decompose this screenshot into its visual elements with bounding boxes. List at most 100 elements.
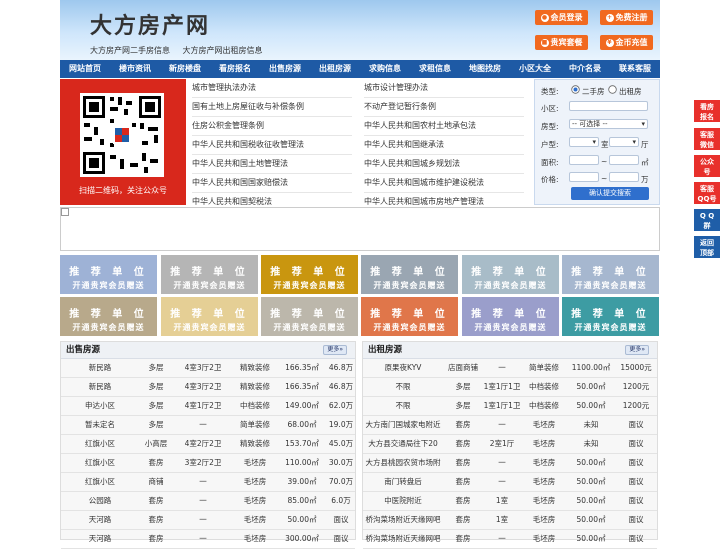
nav-home[interactable]: 网站首页 [60, 60, 110, 78]
table-row[interactable]: 申达小区 多层 4室1厅2卫 中档装修 149.00㎡ 62.0万 [61, 397, 355, 416]
table-cell: 50.00㎡ [287, 515, 317, 524]
vip-package-button[interactable]: ■ 贵宾套餐 [535, 35, 588, 50]
recommend-slot[interactable]: 推 荐 单 位开通贵宾会员赠送 [161, 297, 258, 336]
table-row[interactable]: 暂未定名 多层 一 简单装修 68.00㎡ 19.0万 [61, 416, 355, 435]
recommend-slot-title: 推 荐 单 位 [571, 309, 650, 320]
table-row[interactable]: 红旗小区 小高层 4室2厅2卫 精致装修 153.70㎡ 45.0万 [61, 435, 355, 454]
float-qq-group[interactable]: Q Q 群 [694, 209, 720, 231]
radio-second-hand[interactable] [571, 85, 581, 95]
recharge-button[interactable]: ¥ 金币充值 [600, 35, 653, 50]
regulation-link[interactable]: 中华人民共和国城市维护建设税法 [364, 174, 524, 193]
recommend-slot-title: 推 荐 单 位 [370, 309, 449, 320]
float-viewing-signup[interactable]: 看房 报名 [694, 100, 720, 122]
recommend-slot[interactable]: 推 荐 单 位开通贵宾会员赠送 [261, 255, 358, 294]
banner-ad[interactable] [60, 207, 660, 251]
float-back-to-top[interactable]: 返回 顶部 [694, 236, 720, 258]
login-button[interactable]: ● 会员登录 [535, 10, 588, 25]
nav-for-sale[interactable]: 出售房源 [260, 60, 310, 78]
recommend-slot[interactable]: 推 荐 单 位开通贵宾会员赠送 [562, 255, 659, 294]
recommend-slot[interactable]: 推 荐 单 位开通贵宾会员赠送 [60, 255, 157, 294]
table-row[interactable]: 原果夜KYV 店面商铺 一 简单装修 1100.00㎡ 15000元 [363, 359, 657, 378]
table-cell: 红旗小区 [85, 477, 115, 486]
regulation-link[interactable]: 住房公积金管理条例 [192, 117, 352, 136]
recommend-slot[interactable]: 推 荐 单 位开通贵宾会员赠送 [361, 297, 458, 336]
recommend-slot[interactable]: 推 荐 单 位开通贵宾会员赠送 [261, 297, 358, 336]
regulation-link[interactable]: 中华人民共和国税收征收管理法 [192, 136, 352, 155]
table-row[interactable]: 新民路 多层 4室3厅2卫 精致装修 166.35㎡ 46.8万 [61, 359, 355, 378]
table-row[interactable]: 中医院附近 套房 1室 毛坯房 50.00㎡ 面议 [363, 492, 657, 511]
regulation-link[interactable]: 中华人民共和国农村土地承包法 [364, 117, 524, 136]
nav-want-to-rent[interactable]: 求租信息 [410, 60, 460, 78]
room-select[interactable]: ▾ [569, 137, 599, 147]
price-min-input[interactable] [569, 172, 599, 182]
house-form-select[interactable]: -- 可选择 -- ▾ [569, 119, 648, 129]
table-row[interactable]: 南门转盘后 套房 一 毛坯房 50.00㎡ 面议 [363, 473, 657, 492]
nav-contact[interactable]: 联系客服 [610, 60, 660, 78]
float-label-line2: 微信 [700, 141, 714, 149]
table-cell: 一 [199, 477, 207, 486]
recommend-slot-title: 推 荐 单 位 [170, 309, 249, 320]
regulation-link[interactable]: 中华人民共和国继承法 [364, 136, 524, 155]
table-row[interactable]: 天河路 套房 一 毛坯房 50.00㎡ 面议 [61, 511, 355, 530]
nav-communities[interactable]: 小区大全 [510, 60, 560, 78]
float-label-line2: 顶部 [700, 249, 714, 257]
regulation-link[interactable]: 中华人民共和国城乡规划法 [364, 155, 524, 174]
table-cell: 套房 [455, 458, 471, 467]
area-max-input[interactable] [609, 155, 639, 165]
table-row[interactable]: 大方南门国城家电附近 套房 一 毛坯房 未知 面议 [363, 416, 657, 435]
float-label-line1: 看房 [700, 103, 714, 111]
nav-agents[interactable]: 中介名录 [560, 60, 610, 78]
rent-panel-title: 出租房源 [368, 345, 403, 355]
nav-for-rent[interactable]: 出租房源 [310, 60, 360, 78]
regulation-link[interactable]: 城市管理执法办法 [192, 79, 352, 98]
table-row[interactable]: 新民路 多层 4室3厅2卫 精致装修 166.35㎡ 46.8万 [61, 378, 355, 397]
recommend-slot[interactable]: 推 荐 单 位开通贵宾会员赠送 [60, 297, 157, 336]
table-row[interactable]: 大方县交通局往下20 套房 2室1厅 毛坯房 未知 面议 [363, 435, 657, 454]
table-cell: 39.00㎡ [287, 477, 317, 486]
table-cell: 1室 [495, 496, 509, 505]
community-input[interactable] [569, 101, 648, 111]
radio-second-hand-label: 二手房 [582, 87, 605, 96]
area-min-input[interactable] [569, 155, 599, 165]
regulation-link[interactable]: 城市设计管理办法 [364, 79, 524, 98]
recommend-slot[interactable]: 推 荐 单 位开通贵宾会员赠送 [161, 255, 258, 294]
site-logo[interactable]: 大方房产网 [90, 8, 210, 40]
gift-icon: ■ [540, 38, 549, 47]
regulation-link[interactable]: 中华人民共和国土地管理法 [192, 155, 352, 174]
table-row[interactable]: 桥沟菜场附近天缘网吧 套房 1室 毛坯房 50.00㎡ 面议 [363, 511, 657, 530]
recommend-slot-subtitle: 开通贵宾会员赠送 [474, 323, 547, 332]
table-row[interactable]: 大方县桃园农贸市场附 套房 一 毛坯房 50.00㎡ 面议 [363, 454, 657, 473]
table-row[interactable]: 不限 多层 1室1厅1卫 中档装修 50.00㎡ 1200元 [363, 378, 657, 397]
table-row[interactable]: 红旗小区 套房 3室2厅2卫 毛坯房 110.00㎡ 30.0万 [61, 454, 355, 473]
table-row[interactable]: 公园路 套房 一 毛坯房 85.00㎡ 6.0万 [61, 492, 355, 511]
sale-more-button[interactable]: 更多» [323, 345, 347, 355]
nav-news[interactable]: 楼市资讯 [110, 60, 160, 78]
recommend-slot[interactable]: 推 荐 单 位开通贵宾会员赠送 [361, 255, 458, 294]
nav-want-to-buy[interactable]: 求购信息 [360, 60, 410, 78]
recommend-slot-title: 推 荐 单 位 [69, 267, 148, 278]
subtitle-sale-link[interactable]: 大方房产网二手房信息 [90, 46, 170, 55]
regulation-link[interactable]: 不动产登记暂行条例 [364, 98, 524, 117]
regulation-link[interactable]: 国有土地上房屋征收与补偿条例 [192, 98, 352, 117]
nav-map-search[interactable]: 地图找房 [460, 60, 510, 78]
search-submit-button[interactable]: 确认提交搜索 [571, 187, 649, 200]
layout-label: 户型: [541, 140, 559, 149]
regulation-link[interactable]: 中华人民共和国国家赔偿法 [192, 174, 352, 193]
table-row[interactable]: 不限 多层 1室1厅1卫 中档装修 50.00㎡ 1200元 [363, 397, 657, 416]
nav-new-homes[interactable]: 新房楼盘 [160, 60, 210, 78]
radio-rental[interactable] [608, 85, 618, 95]
table-cell: 1100.00㎡ [571, 363, 611, 372]
hall-select[interactable]: ▾ [609, 137, 639, 147]
float-wechat-service[interactable]: 客服 微信 [694, 128, 720, 150]
subtitle-rent-link[interactable]: 大方房产网出租房信息 [183, 46, 263, 55]
recommend-slot[interactable]: 推 荐 单 位开通贵宾会员赠送 [462, 297, 559, 336]
float-qq-service[interactable]: 客服 QQ号 [694, 182, 720, 204]
rent-more-button[interactable]: 更多» [625, 345, 649, 355]
recommend-slot[interactable]: 推 荐 单 位开通贵宾会员赠送 [462, 255, 559, 294]
nav-viewing-signup[interactable]: 看房报名 [210, 60, 260, 78]
register-button[interactable]: + 免费注册 [600, 10, 653, 25]
price-max-input[interactable] [609, 172, 639, 182]
recommend-slot[interactable]: 推 荐 单 位开通贵宾会员赠送 [562, 297, 659, 336]
float-official-account[interactable]: 公众号 [694, 155, 720, 177]
table-row[interactable]: 红旗小区 商铺 一 毛坯房 39.00㎡ 70.0万 [61, 473, 355, 492]
